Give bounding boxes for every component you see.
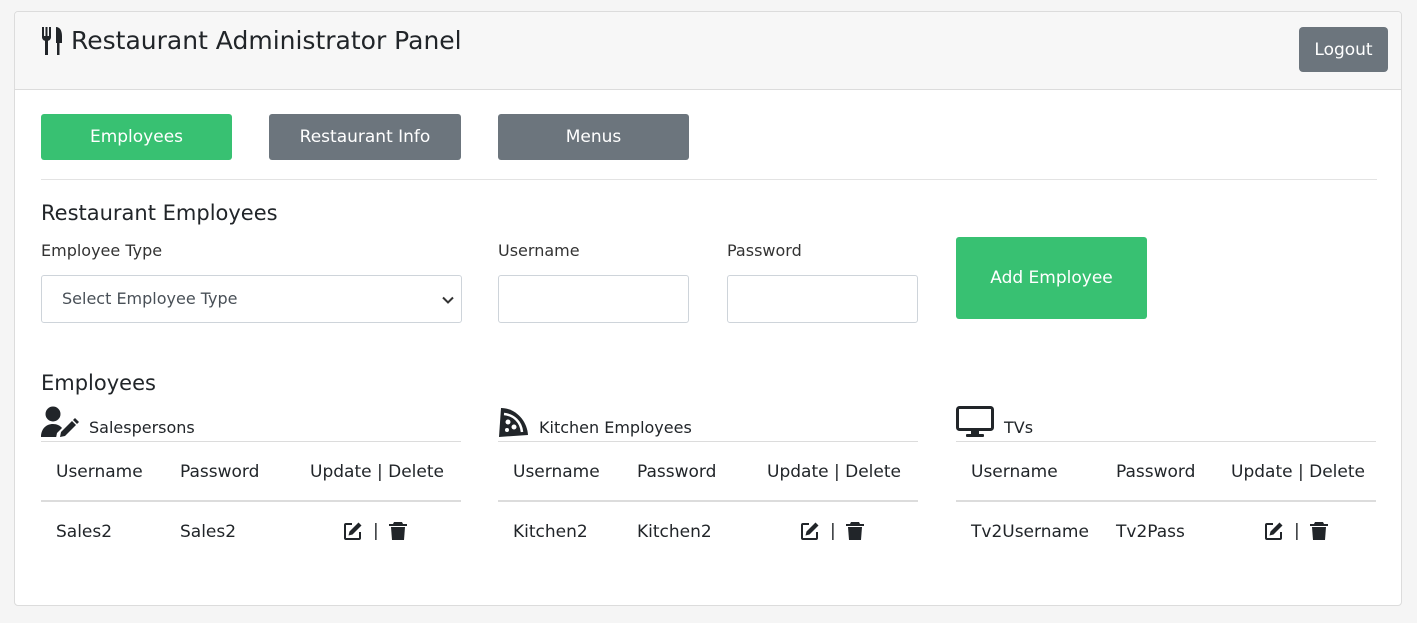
cell-password: Sales2	[180, 522, 237, 542]
edit-icon[interactable]	[1264, 521, 1284, 541]
card-header: Restaurant Administrator Panel Logout	[15, 12, 1401, 90]
employee-type-select[interactable]: Select Employee Type	[41, 275, 462, 323]
group-header: Kitchen Employees	[498, 404, 918, 442]
employees-tab-button[interactable]: Employees	[41, 114, 232, 160]
edit-icon[interactable]	[343, 521, 363, 541]
brand: Restaurant Administrator Panel	[41, 26, 462, 55]
column-header-password: Password	[637, 462, 717, 482]
divider	[41, 179, 1377, 180]
employee-type-selected-value: Select Employee Type	[62, 289, 238, 308]
employee-type-label: Employee Type	[41, 241, 163, 260]
cell-username: Tv2Username	[971, 522, 1089, 542]
username-label: Username	[498, 241, 580, 260]
column-header-actions: Update | Delete	[1231, 462, 1365, 482]
group-header: TVs	[956, 404, 1376, 442]
tvs-group: TVs Username Password Update | Delete Tv…	[956, 404, 1376, 562]
kitchen-employees-group: Kitchen Employees Username Password Upda…	[498, 404, 918, 562]
trash-icon[interactable]	[845, 521, 865, 541]
table-header: Username Password Update | Delete	[41, 442, 461, 502]
admin-panel-card: Restaurant Administrator Panel Logout Em…	[14, 11, 1402, 606]
cell-password: Tv2Pass	[1116, 522, 1185, 542]
table-header: Username Password Update | Delete	[498, 442, 918, 502]
table-row: Sales2 Sales2 |	[41, 502, 461, 562]
column-header-password: Password	[1116, 462, 1196, 482]
column-header-username: Username	[513, 462, 600, 482]
username-input[interactable]	[498, 275, 689, 323]
row-actions: |	[800, 521, 865, 541]
row-actions: |	[1264, 521, 1329, 541]
action-separator: |	[1294, 521, 1300, 541]
restaurant-employees-heading: Restaurant Employees	[41, 201, 278, 225]
employees-heading: Employees	[41, 371, 156, 395]
salespersons-group: Salespersons Username Password Update | …	[41, 404, 461, 562]
column-header-username: Username	[971, 462, 1058, 482]
password-input[interactable]	[727, 275, 918, 323]
chevron-down-icon	[442, 296, 454, 304]
table-row: Kitchen2 Kitchen2 |	[498, 502, 918, 562]
cell-username: Sales2	[56, 522, 113, 542]
column-header-actions: Update | Delete	[310, 462, 444, 482]
edit-icon[interactable]	[800, 521, 820, 541]
pizza-slice-icon	[499, 408, 528, 437]
cell-username: Kitchen2	[513, 522, 588, 542]
action-separator: |	[373, 521, 379, 541]
trash-icon[interactable]	[388, 521, 408, 541]
row-actions: |	[343, 521, 408, 541]
column-header-username: Username	[56, 462, 143, 482]
group-title: Kitchen Employees	[539, 418, 692, 437]
table-row: Tv2Username Tv2Pass |	[956, 502, 1376, 562]
desktop-icon	[956, 406, 994, 437]
group-title: TVs	[1004, 418, 1034, 437]
user-edit-icon	[41, 406, 79, 437]
page-title: Restaurant Administrator Panel	[71, 26, 462, 55]
column-header-actions: Update | Delete	[767, 462, 901, 482]
column-header-password: Password	[180, 462, 260, 482]
table-header: Username Password Update | Delete	[956, 442, 1376, 502]
cell-password: Kitchen2	[637, 522, 712, 542]
action-separator: |	[830, 521, 836, 541]
add-employee-button[interactable]: Add Employee	[956, 237, 1147, 319]
trash-icon[interactable]	[1309, 521, 1329, 541]
password-label: Password	[727, 241, 802, 260]
utensils-icon	[42, 26, 62, 55]
group-title: Salespersons	[89, 418, 195, 437]
menus-tab-button[interactable]: Menus	[498, 114, 689, 160]
logout-button[interactable]: Logout	[1299, 27, 1388, 72]
group-header: Salespersons	[41, 404, 461, 442]
restaurant-info-tab-button[interactable]: Restaurant Info	[269, 114, 461, 160]
